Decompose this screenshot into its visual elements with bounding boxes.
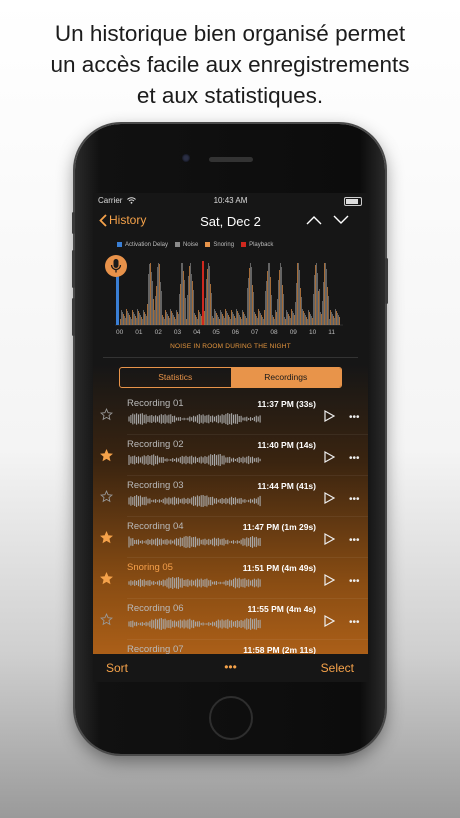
- recording-row[interactable]: Recording 04 11:47 PM (1m 29s) •••: [93, 517, 368, 558]
- row-separator: [127, 475, 368, 476]
- row-separator: [127, 434, 368, 435]
- noise-chart[interactable]: [93, 253, 368, 329]
- time-tick: 09: [289, 329, 297, 336]
- earpiece-speaker: [209, 157, 253, 162]
- segmented-control: Statistics Recordings: [119, 367, 342, 388]
- clock: 10:43 AM: [213, 196, 248, 205]
- caption-line-2: un accès facile aux enregistrements: [50, 52, 410, 77]
- row-separator: [127, 639, 368, 640]
- waveform: [128, 577, 261, 589]
- ellipsis-icon[interactable]: •••: [349, 617, 360, 628]
- home-button[interactable]: [209, 696, 253, 740]
- play-icon[interactable]: [324, 451, 335, 463]
- app-screen: Carrier 10:43 AM History Sat, Dec 2 Acti…: [93, 193, 368, 682]
- star-icon[interactable]: [100, 408, 113, 421]
- star-icon[interactable]: [100, 490, 113, 503]
- waveform: [128, 454, 261, 466]
- row-separator: [127, 598, 368, 599]
- play-icon[interactable]: [324, 615, 335, 627]
- ellipsis-icon[interactable]: •••: [349, 576, 360, 587]
- recording-time: 11:40 PM (14s): [257, 440, 316, 450]
- chart-caption: NOISE IN ROOM DURING THE NIGHT: [170, 343, 291, 350]
- microphone-button[interactable]: [105, 255, 127, 277]
- recording-name: Recording 02: [127, 439, 184, 450]
- time-tick: 08: [270, 329, 278, 336]
- recording-name: Recording 01: [127, 398, 184, 409]
- time-tick: 00: [116, 329, 124, 336]
- time-tick: 11: [328, 329, 336, 336]
- recording-time: 11:44 PM (41s): [257, 481, 316, 491]
- ellipsis-icon[interactable]: •••: [349, 453, 360, 464]
- time-tick: 06: [231, 329, 240, 336]
- play-icon[interactable]: [324, 410, 335, 422]
- caption-line-1: Un historique bien organisé permet: [54, 21, 406, 46]
- ellipsis-icon[interactable]: •••: [349, 412, 360, 423]
- recording-row[interactable]: Recording 03 11:44 PM (41s) •••: [93, 476, 368, 517]
- legend-playback: Playback: [241, 242, 273, 248]
- play-icon[interactable]: [324, 574, 335, 586]
- play-icon[interactable]: [324, 492, 335, 504]
- recording-time: 11:51 PM (4m 49s): [242, 563, 316, 573]
- chevron-up-icon[interactable]: [306, 215, 322, 225]
- battery-icon: [344, 197, 362, 206]
- star-icon[interactable]: [100, 572, 113, 585]
- recording-row[interactable]: Recording 01 11:37 PM (33s) •••: [93, 394, 368, 435]
- legend-activation-delay: Activation Delay: [117, 242, 168, 248]
- select-button[interactable]: Select: [321, 661, 354, 675]
- star-icon[interactable]: [100, 531, 113, 544]
- volume-up-button: [72, 250, 75, 288]
- power-button: [385, 258, 388, 304]
- recording-name: Recording 04: [127, 521, 184, 532]
- waveform: [128, 495, 261, 507]
- microphone-icon: [110, 259, 122, 273]
- recording-name: Recording 03: [127, 480, 184, 491]
- promo-caption: Un historique bien organisé permet un ac…: [0, 18, 460, 111]
- playback-marker: [202, 261, 204, 325]
- mute-switch: [72, 212, 75, 234]
- recording-name: Snoring 05: [127, 562, 173, 573]
- ellipsis-icon[interactable]: •••: [349, 535, 360, 546]
- tab-statistics[interactable]: Statistics: [120, 368, 231, 387]
- recording-row[interactable]: Recording 06 11:55 PM (4m 4s) •••: [93, 599, 368, 640]
- star-icon[interactable]: [100, 449, 113, 462]
- bottom-toolbar: Sort ••• Select: [93, 654, 368, 682]
- time-tick: 01: [135, 329, 143, 336]
- chevron-down-icon[interactable]: [333, 215, 349, 225]
- time-tick: 02: [154, 329, 162, 336]
- front-camera: [182, 154, 190, 162]
- waveform: [128, 618, 261, 630]
- play-icon[interactable]: [324, 533, 335, 545]
- time-tick: 04: [193, 329, 201, 336]
- row-separator: [127, 516, 368, 517]
- chart-legend: Activation Delay Noise Snoring Playback: [117, 242, 273, 248]
- time-tick: 07: [251, 329, 259, 336]
- recording-time: 11:55 PM (4m 4s): [247, 604, 316, 614]
- legend-noise: Noise: [175, 242, 198, 248]
- time-tick: 05: [212, 329, 220, 336]
- caption-line-3: et aux statistiques.: [136, 83, 324, 108]
- legend-snoring: Snoring: [205, 242, 234, 248]
- recording-row[interactable]: Snoring 05 11:51 PM (4m 49s) •••: [93, 558, 368, 599]
- tab-recordings[interactable]: Recordings: [230, 368, 341, 387]
- time-tick: 03: [173, 329, 182, 336]
- recording-time: 11:47 PM (1m 29s): [242, 522, 316, 532]
- recording-row[interactable]: Recording 02 11:40 PM (14s) •••: [93, 435, 368, 476]
- volume-down-button: [72, 298, 75, 336]
- waveform: [128, 536, 261, 548]
- time-tick: 10: [309, 329, 317, 336]
- recording-time: 11:37 PM (33s): [257, 399, 316, 409]
- section-divider: [103, 357, 358, 358]
- row-separator: [127, 557, 368, 558]
- navigation-bar: History Sat, Dec 2: [93, 211, 368, 233]
- page-title: Sat, Dec 2: [200, 214, 261, 229]
- waveform: [128, 413, 261, 425]
- ellipsis-icon[interactable]: •••: [349, 494, 360, 505]
- recording-name: Recording 06: [127, 603, 184, 614]
- star-icon[interactable]: [100, 613, 113, 626]
- status-bar: Carrier 10:43 AM: [93, 196, 368, 208]
